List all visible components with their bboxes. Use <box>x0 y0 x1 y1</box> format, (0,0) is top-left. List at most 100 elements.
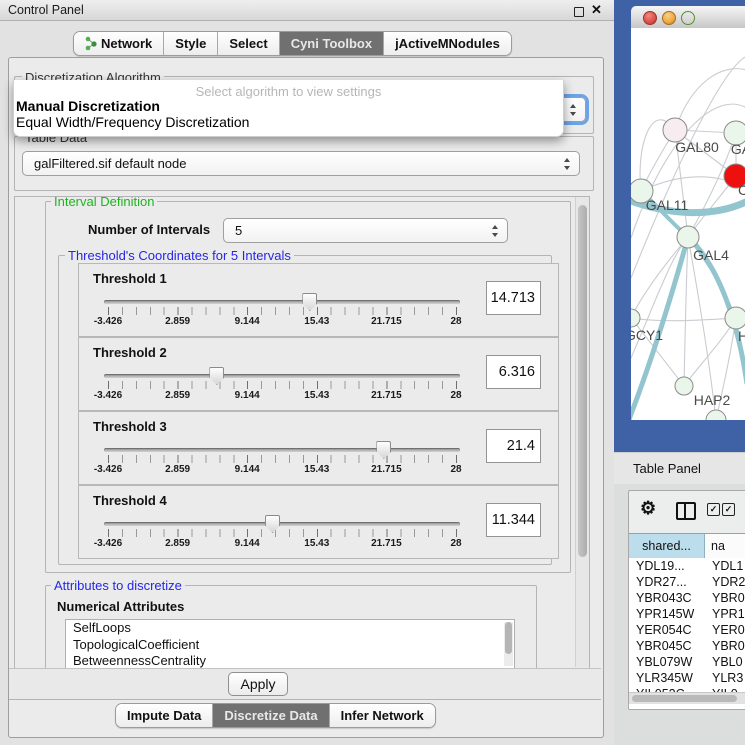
table-cell[interactable]: YLR3 <box>712 671 743 685</box>
column-header-name[interactable]: na <box>705 534 745 558</box>
number-of-intervals-combobox[interactable]: 5 <box>223 218 508 243</box>
checkbox-icon[interactable]: ✓ <box>722 503 735 516</box>
list-scrollbar[interactable] <box>504 622 513 666</box>
tab-discretize-data[interactable]: Discretize Data <box>213 704 329 727</box>
numerical-attributes-label: Numerical Attributes <box>57 599 184 614</box>
table-cell[interactable]: YPR145W <box>636 607 694 621</box>
tab-cyni-toolbox[interactable]: Cyni Toolbox <box>280 32 384 55</box>
column-layout-icon[interactable] <box>676 502 696 520</box>
number-of-intervals-value: 5 <box>235 223 242 238</box>
table-cell[interactable]: YBR043C <box>636 591 692 605</box>
table-row[interactable]: YPR145W YPR1 <box>629 606 745 622</box>
table-row[interactable]: YBR043C YBR0 <box>629 590 745 606</box>
table-cell[interactable]: YLR345W <box>636 671 693 685</box>
zoom-traffic-light[interactable] <box>681 11 695 25</box>
tick-label: 9.144 <box>235 464 260 475</box>
table-row[interactable]: YDL19... YDL1 <box>629 558 745 574</box>
tab-network[interactable]: Network <box>74 32 164 55</box>
table-cell[interactable]: YDR2 <box>712 575 745 589</box>
network-window-titlebar[interactable] <box>631 6 745 29</box>
tick-label: 2.859 <box>165 316 190 327</box>
table-cell[interactable]: YBL0 <box>712 655 743 669</box>
minimize-traffic-light[interactable] <box>662 11 676 25</box>
slider-tick-labels: -3.4262.8599.14415.4321.71528 <box>104 316 460 328</box>
table-cell[interactable]: YER054C <box>636 623 692 637</box>
table-row[interactable]: YER054C YER0 <box>629 622 745 638</box>
panel-title: Control Panel <box>8 3 84 17</box>
table-cell[interactable]: YDL19... <box>636 559 685 573</box>
node-label: GAL11 <box>646 197 689 213</box>
float-window-icon[interactable] <box>574 7 584 17</box>
threshold-slider[interactable]: -3.4262.8599.14415.4321.71528 <box>104 442 460 476</box>
network-node[interactable] <box>706 410 726 420</box>
table-cell[interactable]: YBR0 <box>712 639 745 653</box>
table-row[interactable]: YBL079W YBL0 <box>629 654 745 670</box>
threshold-value-field[interactable]: 6.316 <box>486 355 541 389</box>
checkbox-icon[interactable]: ✓ <box>707 503 720 516</box>
tick-label: 21.715 <box>371 464 402 475</box>
slider-track[interactable] <box>104 374 460 378</box>
network-canvas-svg: GAL80GACGAL11GAL4GCY1HHAP2 <box>631 28 745 420</box>
tab-style[interactable]: Style <box>164 32 218 55</box>
combo-stepper-icon <box>570 104 577 116</box>
tick-label: 2.859 <box>165 538 190 549</box>
table-row[interactable]: YDR27... YDR2 <box>629 574 745 590</box>
threshold-value-field[interactable]: 21.4 <box>486 429 541 463</box>
tab-impute-data[interactable]: Impute Data <box>116 704 213 727</box>
table-cell[interactable]: YBR045C <box>636 639 692 653</box>
table-data-combobox[interactable]: galFiltered.sif default node <box>22 151 580 176</box>
slider-tick-labels: -3.4262.8599.14415.4321.71528 <box>104 538 460 550</box>
table-hscrollbar[interactable] <box>629 692 745 704</box>
network-node[interactable] <box>725 307 745 329</box>
list-item[interactable]: SelfLoops <box>66 620 514 637</box>
slider-track[interactable] <box>104 300 460 304</box>
tab-jactivemnodules[interactable]: jActiveMNodules <box>384 32 511 55</box>
table-cell[interactable]: YPR1 <box>712 607 745 621</box>
close-traffic-light[interactable] <box>643 11 657 25</box>
threshold-slider[interactable]: -3.4262.8599.14415.4321.71528 <box>104 368 460 402</box>
table-cell[interactable]: YBR0 <box>712 591 745 605</box>
slider-track[interactable] <box>104 522 460 526</box>
column-header-shared-name[interactable]: shared... <box>629 534 705 558</box>
tab-label: Network <box>101 36 152 51</box>
panel-scrollbar-thumb[interactable] <box>578 205 587 557</box>
table-row[interactable]: YLR345W YLR3 <box>629 670 745 686</box>
table-row[interactable]: YBR045C YBR0 <box>629 638 745 654</box>
numerical-attributes-list[interactable]: SelfLoops TopologicalCoefficient Between… <box>65 619 515 670</box>
top-tab-strip: Network Style Select Cyni Toolbox jActiv… <box>73 31 512 56</box>
list-scrollbar-thumb[interactable] <box>505 622 512 654</box>
slider-major-ticks <box>108 455 458 463</box>
network-node[interactable] <box>631 309 640 327</box>
number-of-intervals-label: Number of Intervals <box>88 222 210 237</box>
slider-track[interactable] <box>104 448 460 452</box>
apply-button[interactable]: Apply <box>228 672 288 696</box>
node-label: GA <box>731 141 745 157</box>
network-node[interactable] <box>677 226 699 248</box>
table-cell[interactable]: YDR27... <box>636 575 687 589</box>
list-item[interactable]: TopologicalCoefficient <box>66 637 514 654</box>
tick-label: -3.426 <box>94 464 122 475</box>
popup-item-manual-discretization[interactable]: Manual Discretization <box>16 98 160 114</box>
tab-select[interactable]: Select <box>218 32 279 55</box>
tick-label: 21.715 <box>371 390 402 401</box>
node-label: GAL4 <box>693 247 729 263</box>
table-cell[interactable]: YBL079W <box>636 655 692 669</box>
gear-icon[interactable]: ⚙ <box>640 498 656 519</box>
popup-item-equal-width-frequency[interactable]: Equal Width/Frequency Discretization <box>16 114 249 130</box>
slider-major-ticks <box>108 381 458 389</box>
threshold-label: Threshold 1 <box>93 271 167 286</box>
tab-infer-network[interactable]: Infer Network <box>330 704 435 727</box>
threshold-value-field[interactable]: 11.344 <box>486 503 541 537</box>
tick-label: 2.859 <box>165 390 190 401</box>
table-hscrollbar-thumb[interactable] <box>632 695 737 702</box>
panel-scrollbar[interactable] <box>575 197 589 667</box>
table-cell[interactable]: YER0 <box>712 623 745 637</box>
tick-label: 15.43 <box>304 464 329 475</box>
table-cell[interactable]: YDL1 <box>712 559 743 573</box>
close-icon[interactable]: ✕ <box>591 2 602 18</box>
network-node[interactable] <box>675 377 693 395</box>
threshold-slider[interactable]: -3.4262.8599.14415.4321.71528 <box>104 516 460 550</box>
threshold-value-field[interactable]: 14.713 <box>486 281 541 315</box>
threshold-slider[interactable]: -3.4262.8599.14415.4321.71528 <box>104 294 460 328</box>
network-view-canvas[interactable]: GAL80GACGAL11GAL4GCY1HHAP2 <box>631 28 745 420</box>
